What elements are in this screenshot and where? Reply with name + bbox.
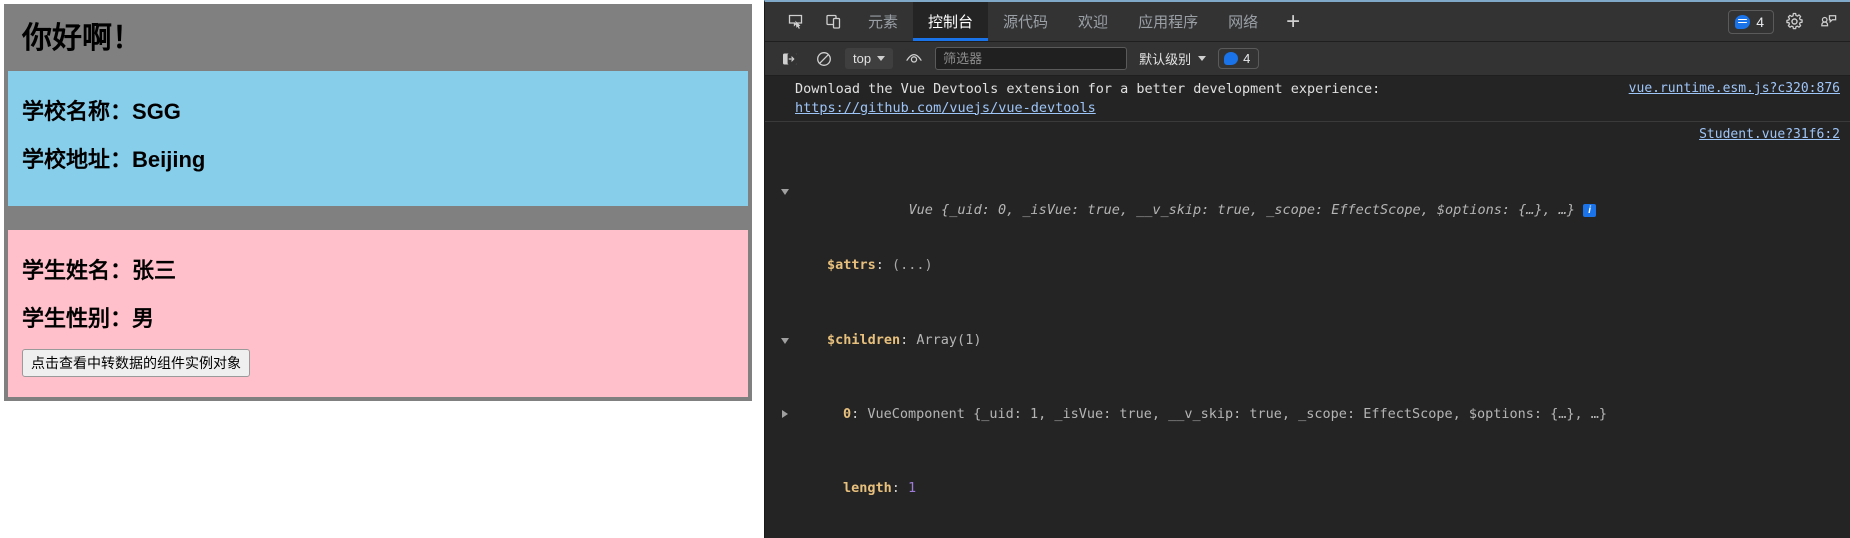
console-toolbar: top 默认级别 4 — [765, 42, 1850, 76]
object-tree-row[interactable]: $children: Array(1) — [781, 331, 1842, 350]
devtools-panel: 元素 控制台 源代码 欢迎 应用程序 网络 + 4 top 筛选器 默认级别 4… — [764, 0, 1850, 538]
devtools-tabs: 元素 控制台 源代码 欢迎 应用程序 网络 — [853, 2, 1273, 41]
student-gender-label: 学生性别： — [22, 306, 133, 332]
console-message-source-link[interactable]: vue.runtime.esm.js?c320:876 — [1629, 80, 1840, 99]
chevron-down-icon — [1198, 56, 1207, 61]
gear-icon[interactable] — [1780, 8, 1808, 36]
prop-key: $attrs — [827, 257, 876, 274]
student-name-label: 学生姓名： — [22, 257, 133, 283]
show-relay-instance-button[interactable]: 点击查看中转数据的组件实例对象 — [22, 348, 250, 377]
school-section: 学校名称：SGG 学校地址：Beijing — [8, 71, 748, 206]
prop-value: VueComponent {_uid: 1, _isVue: true, __v… — [867, 406, 1608, 423]
student-name-value: 张三 — [132, 257, 177, 283]
console-message-vue-instance[interactable]: Student.vue?31f6:2 Vue {_uid: 0, _isVue:… — [765, 122, 1850, 538]
screen: 你好啊！ 学校名称：SGG 学校地址：Beijing 学生姓名：张三 学生性别：… — [0, 0, 1850, 538]
student-section: 学生姓名：张三 学生性别：男 点击查看中转数据的组件实例对象 — [8, 229, 748, 397]
customize-devtools-icon[interactable] — [1814, 8, 1842, 36]
add-tab-button[interactable]: + — [1273, 2, 1313, 41]
web-page-panel: 你好啊！ 学校名称：SGG 学校地址：Beijing 学生姓名：张三 学生性别：… — [0, 0, 764, 538]
chevron-down-icon — [877, 56, 886, 61]
disclosure-triangle-icon[interactable] — [781, 337, 789, 344]
log-level-dropdown[interactable]: 默认级别 — [1135, 47, 1210, 70]
tab-welcome[interactable]: 欢迎 — [1063, 2, 1123, 41]
page-title: 你好啊！ — [8, 8, 748, 71]
student-name-row: 学生姓名：张三 — [22, 258, 734, 284]
student-gender-row: 学生性别：男 — [22, 306, 734, 332]
school-address-value: Beijing — [132, 147, 206, 173]
school-address-row: 学校地址：Beijing — [22, 147, 734, 173]
section-divider — [8, 205, 748, 230]
execution-context-value: top — [853, 51, 872, 66]
console-message-vue-devtools[interactable]: vue.runtime.esm.js?c320:876 Download the… — [765, 76, 1850, 123]
prop-key: 0 — [843, 406, 852, 423]
object-tree-root-row[interactable]: Vue {_uid: 0, _isVue: true, __v_skip: tr… — [781, 182, 1842, 218]
student-gender-value: 男 — [132, 306, 155, 332]
object-tree: Vue {_uid: 0, _isVue: true, __v_skip: tr… — [781, 126, 1842, 538]
tab-network[interactable]: 网络 — [1213, 2, 1273, 41]
devtools-tool-icons — [765, 2, 853, 41]
object-tree-root-preview: {_uid: 0, _isVue: true, __v_skip: true, … — [941, 201, 1576, 218]
console-message-badge[interactable]: 4 — [1218, 48, 1260, 69]
message-bubble-icon — [1224, 52, 1239, 65]
object-tree-row[interactable]: $attrs: (...) — [795, 256, 1842, 275]
tab-application[interactable]: 应用程序 — [1123, 2, 1213, 41]
console-sidebar-toggle-icon[interactable] — [777, 47, 803, 71]
info-icon[interactable]: i — [1583, 203, 1597, 217]
device-toolbar-icon[interactable] — [819, 8, 847, 36]
prop-value: Array(1) — [916, 331, 982, 348]
prop-key: length — [843, 480, 892, 497]
school-name-value: SGG — [132, 99, 181, 124]
console-message-count: 4 — [1243, 51, 1251, 66]
school-address-label: 学校地址： — [22, 147, 133, 173]
message-count-label: 4 — [1756, 13, 1764, 30]
live-expression-eye-icon[interactable] — [901, 47, 927, 71]
object-tree-row[interactable]: length: 1 — [795, 479, 1842, 498]
object-tree-root-type: Vue — [908, 201, 933, 218]
tab-elements[interactable]: 元素 — [853, 2, 913, 41]
devtools-tabbar: 元素 控制台 源代码 欢迎 应用程序 网络 + 4 — [765, 2, 1850, 42]
prop-key: $children — [827, 331, 901, 348]
devtools-tabbar-actions: 4 — [1728, 2, 1850, 41]
vue-devtools-link[interactable]: https://github.com/vuejs/vue-devtools — [795, 100, 1096, 116]
console-log-area[interactable]: vue.runtime.esm.js?c320:876 Download the… — [765, 76, 1850, 538]
disclosure-triangle-icon[interactable] — [781, 188, 789, 195]
message-bubble-icon — [1735, 14, 1751, 29]
console-filter-input[interactable] — [935, 47, 1128, 70]
log-level-value: 默认级别 — [1139, 52, 1192, 67]
tab-console[interactable]: 控制台 — [913, 2, 989, 41]
execution-context-dropdown[interactable]: top — [845, 48, 894, 69]
school-name-row: 学校名称：SGG — [22, 99, 734, 125]
inspect-element-icon[interactable] — [781, 8, 809, 36]
object-tree-row[interactable]: 0: VueComponent {_uid: 1, _isVue: true, … — [782, 405, 1842, 424]
school-name-label: 学校名称： — [22, 99, 133, 124]
prop-value: (...) — [892, 257, 933, 274]
message-count-badge[interactable]: 4 — [1728, 9, 1774, 34]
disclosure-triangle-icon[interactable] — [782, 410, 788, 419]
clear-console-icon[interactable] — [811, 47, 837, 71]
app-container: 你好啊！ 学校名称：SGG 学校地址：Beijing 学生姓名：张三 学生性别：… — [4, 4, 752, 401]
prop-value: 1 — [908, 480, 917, 497]
tab-sources[interactable]: 源代码 — [988, 2, 1063, 41]
